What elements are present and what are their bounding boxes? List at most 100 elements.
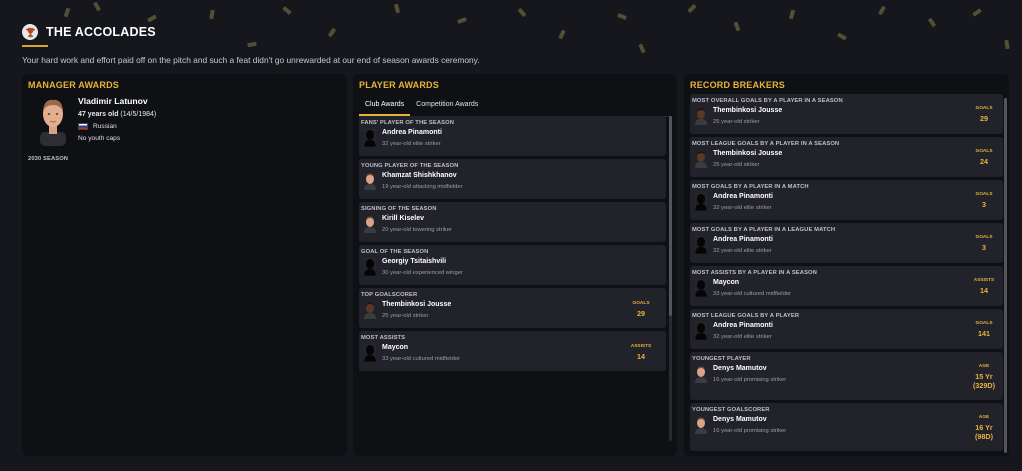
record-card: MOST OVERALL GOALS BY A PLAYER IN A SEAS… (690, 94, 1003, 134)
player-description: 32 year-old elite striker (713, 205, 772, 211)
player-name[interactable]: Khamzat Shishkhanov (382, 172, 463, 179)
stat-value: 15 Yr (329D) (973, 372, 995, 390)
player-avatar[interactable] (694, 278, 708, 298)
player-avatar[interactable] (363, 257, 377, 277)
player-description: 32 year-old elite striker (382, 141, 441, 147)
manager-name[interactable]: Vladimir Latunov (78, 96, 156, 106)
record-stat: ASSISTS 14 (969, 278, 999, 295)
panel-title: MANAGER AWARDS (28, 80, 119, 90)
record-stat: GOALS 29 (969, 106, 999, 123)
russia-flag-icon[interactable] (78, 123, 88, 130)
record-title: MOST LEAGUE GOALS BY A PLAYER IN A SEASO… (692, 141, 840, 147)
record-title: YOUNGEST PLAYER (692, 356, 751, 362)
player-name[interactable]: Georgiy Tsitaishvili (382, 258, 463, 265)
player-awards-panel: PLAYER AWARDS Club Awards Competition Aw… (353, 74, 677, 456)
manager-age: 47 years old (14/5/1984) (78, 111, 157, 118)
award-card: TOP GOALSCORER Thembinkosi Jousse 25 yea… (359, 288, 666, 328)
award-title: GOAL OF THE SEASON (361, 249, 429, 255)
award-card: SIGNING OF THE SEASON Kirill Kiselev 20 … (359, 202, 666, 242)
scrollbar-thumb[interactable] (669, 116, 672, 316)
panel-title: PLAYER AWARDS (359, 80, 439, 90)
award-stat: ASSISTS 14 (626, 344, 656, 361)
player-description: 33 year-old cultured midfielder (382, 356, 460, 362)
player-name[interactable]: Maycon (382, 344, 460, 351)
player-name[interactable]: Thembinkosi Jousse (713, 107, 782, 114)
stat-value: 141 (978, 329, 990, 338)
scrollbar-thumb[interactable] (1004, 98, 1007, 453)
stat-label: GOALS (975, 321, 993, 326)
player-description: 25 year-old striker (713, 162, 760, 168)
player-avatar[interactable] (363, 343, 377, 363)
player-avatar[interactable] (694, 321, 708, 341)
panel-title: RECORD BREAKERS (690, 80, 786, 90)
tab-club-awards[interactable]: Club Awards (359, 96, 411, 116)
player-name[interactable]: Andrea Pinamonti (713, 236, 773, 243)
player-name[interactable]: Denys Mamutov (713, 416, 786, 423)
stat-value: 29 (637, 309, 645, 318)
scrollbar[interactable] (669, 116, 672, 441)
scrollbar[interactable] (1004, 98, 1007, 453)
record-card: MOST ASSISTS BY A PLAYER IN A SEASON May… (690, 266, 1003, 306)
player-avatar[interactable] (695, 150, 707, 168)
award-card: FANS' PLAYER OF THE SEASON Andrea Pinamo… (359, 116, 666, 156)
record-stat: GOALS 141 (969, 321, 999, 338)
player-avatar[interactable] (694, 192, 708, 212)
page-header: THE ACCOLADES (22, 24, 156, 40)
manager-nationality: Russian (78, 123, 156, 130)
record-stat: GOALS 3 (969, 192, 999, 209)
player-name[interactable]: Andrea Pinamonti (713, 322, 773, 329)
award-title: TOP GOALSCORER (361, 292, 418, 298)
award-stat: GOALS 29 (626, 301, 656, 318)
stat-value: 14 (637, 352, 645, 361)
player-description: 25 year-old striker (382, 313, 429, 319)
player-avatar[interactable] (363, 128, 377, 148)
player-avatar[interactable] (364, 172, 376, 190)
player-avatar[interactable] (695, 107, 707, 125)
record-list[interactable]: MOST OVERALL GOALS BY A PLAYER IN A SEAS… (684, 90, 1009, 451)
player-description: 30 year-old experienced winger (382, 270, 463, 276)
manager-avatar[interactable] (38, 96, 68, 146)
record-card: YOUNGEST PLAYER Denys Mamutov 16 year-ol… (690, 352, 1003, 400)
player-name[interactable]: Maycon (713, 279, 791, 286)
stat-value: 3 (982, 200, 986, 209)
player-name[interactable]: Kirill Kiselev (382, 215, 452, 222)
player-avatar[interactable] (694, 235, 708, 255)
player-description: 33 year-old cultured midfielder (713, 291, 791, 297)
player-avatar[interactable] (364, 215, 376, 233)
record-card: MOST GOALS BY A PLAYER IN A MATCH Andrea… (690, 180, 1003, 220)
record-stat: GOALS 24 (969, 149, 999, 166)
record-stat: AGE 15 Yr (329D) (969, 364, 999, 390)
player-name[interactable]: Thembinkosi Jousse (713, 150, 782, 157)
player-award-list[interactable]: FANS' PLAYER OF THE SEASON Andrea Pinamo… (359, 116, 666, 441)
intro-text: Your hard work and effort paid off on th… (22, 55, 480, 65)
page-title: THE ACCOLADES (46, 25, 156, 39)
stat-label: GOALS (975, 106, 993, 111)
player-description: 32 year-old elite striker (713, 334, 772, 340)
player-name[interactable]: Thembinkosi Jousse (382, 301, 451, 308)
stat-value: 3 (982, 243, 986, 252)
player-description: 16 year-old promising striker (713, 377, 787, 383)
record-card: MOST LEAGUE GOALS BY A PLAYER Andrea Pin… (690, 309, 1003, 349)
record-card: MOST LEAGUE GOALS BY A PLAYER IN A SEASO… (690, 137, 1003, 177)
tab-competition-awards[interactable]: Competition Awards (410, 96, 484, 116)
award-title: SIGNING OF THE SEASON (361, 206, 437, 212)
player-avatar[interactable] (364, 301, 376, 319)
stat-label: AGE (978, 415, 990, 420)
player-description: 16 year-old promising striker (713, 428, 787, 434)
record-stat: GOALS 3 (969, 235, 999, 252)
player-avatar[interactable] (695, 416, 707, 434)
player-avatar[interactable] (695, 365, 707, 383)
record-title: MOST GOALS BY A PLAYER IN A LEAGUE MATCH (692, 227, 836, 233)
player-name[interactable]: Denys Mamutov (713, 365, 786, 372)
title-underline (22, 45, 48, 47)
player-name[interactable]: Andrea Pinamonti (382, 129, 442, 136)
record-title: MOST ASSISTS BY A PLAYER IN A SEASON (692, 270, 817, 276)
player-description: 25 year-old striker (713, 119, 760, 125)
record-stat: AGE 16 Yr (98D) (969, 415, 999, 441)
player-name[interactable]: Andrea Pinamonti (713, 193, 773, 200)
stat-value: 24 (980, 157, 988, 166)
stat-label: GOALS (975, 235, 993, 240)
stat-label: ASSISTS (630, 344, 652, 349)
award-title: YOUNG PLAYER OF THE SEASON (361, 163, 459, 169)
award-card: YOUNG PLAYER OF THE SEASON Khamzat Shish… (359, 159, 666, 199)
